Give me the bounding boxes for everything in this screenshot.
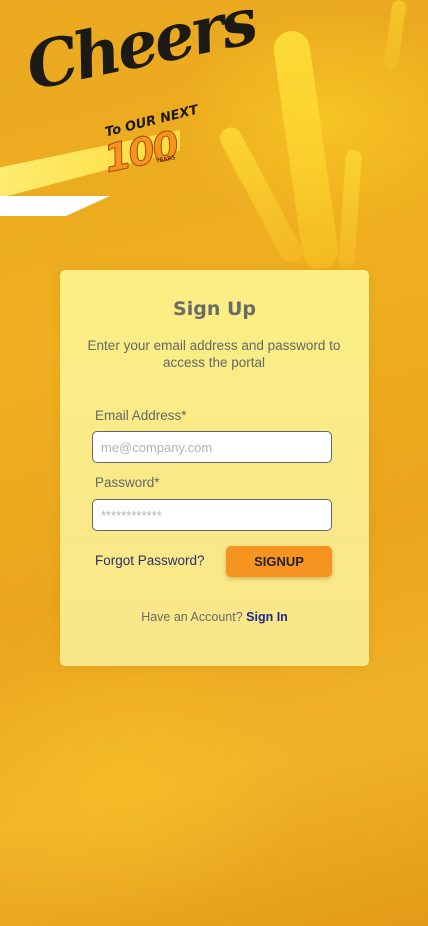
email-label: Email Address* [95, 408, 187, 423]
signin-link[interactable]: Sign In [246, 610, 288, 624]
form-instructions: Enter your email address and password to… [87, 338, 341, 370]
signup-button[interactable]: SIGNUP [226, 546, 332, 577]
signin-prompt: Have an Account? Sign In [60, 610, 369, 624]
account-prompt-text: Have an Account? [141, 610, 243, 624]
email-field[interactable] [92, 431, 332, 463]
password-label: Password* [95, 475, 160, 490]
forgot-password-link[interactable]: Forgot Password? [95, 553, 205, 568]
password-field[interactable] [92, 499, 332, 531]
signup-form: Sign Up Enter your email address and pas… [60, 0, 369, 926]
page-title: Sign Up [173, 298, 256, 320]
decorative-streak [383, 0, 407, 71]
